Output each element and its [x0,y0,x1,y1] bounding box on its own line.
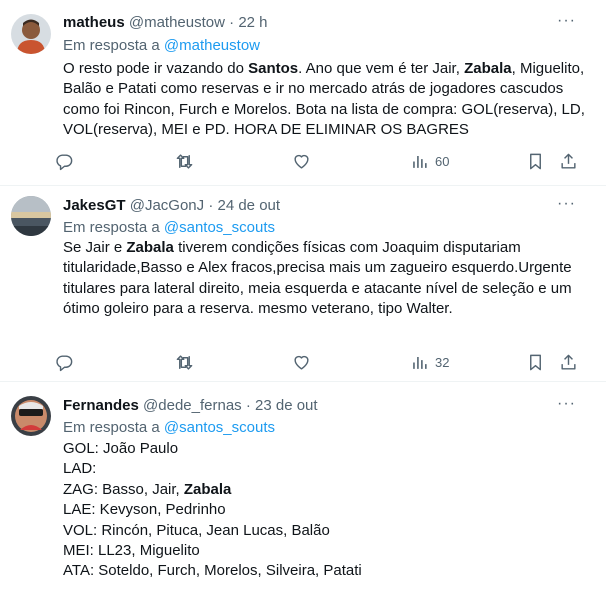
lineup-line: ATA: Soteldo, Furch, Morelos, Silveira, … [63,561,593,581]
text-segment: ATA: Soteldo, Furch, Morelos, Silveira, … [63,562,362,580]
retweet-button[interactable] [175,149,194,173]
text-segment: ZAG: Basso, Jair, [63,480,184,498]
separator-dot: · [229,14,235,31]
reply-to-link[interactable]: @matheustow [164,37,260,54]
tweet-text: Se Jair e Zabala tiverem condições físic… [63,238,593,320]
more-icon[interactable]: ··· [557,12,576,30]
reply-context: Em resposta a @santos_scouts [63,418,275,438]
views-button[interactable]: 32 [410,350,449,374]
reply-button[interactable] [55,350,74,374]
retweet-icon [176,354,193,370]
text-segment: MEI: LL23, Miguelito [63,542,200,560]
like-icon [294,154,309,169]
text-segment: LAE: Kevyson, Pedrinho [63,501,226,519]
share-button[interactable] [559,149,578,173]
like-icon [294,355,309,370]
tweet-header: JakesGT @JacGonJ · 24 de out [63,196,280,216]
user-handle[interactable]: @dede_fernas [143,397,242,414]
lineup-line: LAE: Kevyson, Pedrinho [63,500,593,520]
tweet-header: matheus @matheustow · 22 h [63,13,268,33]
text-segment: Se Jair e [63,239,127,256]
reply-icon [56,354,73,371]
reply-context: Em resposta a @santos_scouts [63,218,275,238]
tweet-header: Fernandes @dede_fernas · 23 de out [63,396,318,416]
like-button[interactable] [292,149,311,173]
tweet-jakesgt[interactable]: JakesGT @JacGonJ · 24 de out ··· Em resp… [0,186,606,382]
views-icon [413,356,427,369]
display-name[interactable]: Fernandes [63,397,139,414]
lineup-line: GOL: João Paulo [63,439,593,459]
timestamp[interactable]: 23 de out [255,397,318,414]
share-icon [561,153,576,169]
text-segment: VOL: Rincón, Pituca, Jean Lucas, Balão [63,521,330,539]
retweet-icon [176,153,193,169]
views-icon [413,155,427,168]
bookmark-icon [530,354,541,370]
share-button[interactable] [559,350,578,374]
lineup-line: ZAG: Basso, Jair, Zabala [63,480,593,500]
user-handle[interactable]: @JacGonJ [130,197,204,214]
reply-icon [56,153,73,170]
reply-prefix: Em resposta a [63,219,164,236]
reply-feed: matheus @matheustow · 22 h ··· Em respos… [0,0,606,590]
text-segment: LAD: [63,460,97,478]
separator-dot: · [245,397,251,414]
retweet-button[interactable] [175,350,194,374]
lineup-line: MEI: LL23, Miguelito [63,541,593,561]
views-button[interactable]: 60 [410,149,449,173]
text-segment-bold: Zabala [464,60,512,77]
like-button[interactable] [292,350,311,374]
timestamp[interactable]: 24 de out [217,197,280,214]
bookmark-icon [530,153,541,169]
lineup-line: VOL: Rincón, Pituca, Jean Lucas, Balão [63,521,593,541]
action-bar: 32 [55,350,585,374]
tweet-text: O resto pode ir vazando do Santos. Ano q… [63,59,593,141]
share-icon [561,354,576,370]
text-segment: O resto pode ir vazando do [63,60,249,77]
avatar[interactable] [11,196,51,236]
action-bar: 60 [55,149,585,173]
more-icon[interactable]: ··· [557,395,576,413]
bookmark-button[interactable] [526,350,545,374]
tweet-fernandes[interactable]: Fernandes @dede_fernas · 23 de out ··· E… [0,382,606,590]
text-segment-bold: Zabala [183,480,232,498]
text-segment-bold: Santos [248,60,299,77]
reply-to-link[interactable]: @santos_scouts [164,419,275,436]
reply-to-link[interactable]: @santos_scouts [164,219,275,236]
more-icon[interactable]: ··· [557,195,576,213]
reply-context: Em resposta a @matheustow [63,36,260,56]
text-segment: GOL: João Paulo [63,440,179,457]
reply-prefix: Em resposta a [63,37,164,54]
views-count: 32 [435,354,450,370]
bookmark-button[interactable] [526,149,545,173]
lineup-line: LAD: [63,459,593,479]
text-segment-bold: Zabala [126,239,174,256]
timestamp[interactable]: 22 h [238,14,267,31]
reply-button[interactable] [55,149,74,173]
views-count: 60 [435,153,450,169]
tweet-text: GOL: João Paulo LAD: ZAG: Basso, Jair, Z… [63,439,593,582]
tweet-matheus[interactable]: matheus @matheustow · 22 h ··· Em respos… [0,0,606,186]
avatar[interactable] [11,396,51,436]
reply-prefix: Em resposta a [63,419,164,436]
separator-dot: · [208,197,214,214]
user-handle[interactable]: @matheustow [129,14,225,31]
display-name[interactable]: matheus [63,14,125,31]
display-name[interactable]: JakesGT [63,197,126,214]
text-segment: . Ano que vem é ter Jair, [298,60,465,77]
avatar[interactable] [11,14,51,54]
